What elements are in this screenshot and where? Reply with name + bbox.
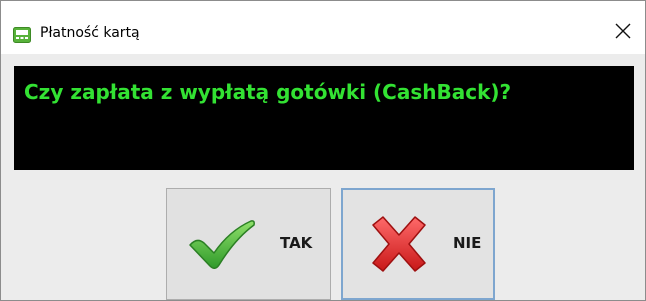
no-button-label: NIE: [453, 234, 482, 252]
cross-icon: [369, 213, 429, 280]
payment-dialog: Płatność kartą Czy zapłata z wypłatą got…: [0, 0, 646, 301]
no-button[interactable]: NIE: [341, 188, 495, 300]
window-title: Płatność kartą: [40, 25, 140, 41]
checkmark-icon: [187, 219, 257, 276]
payment-terminal-icon: [13, 27, 31, 43]
close-button[interactable]: [607, 18, 639, 48]
yes-button-label: TAK: [280, 234, 313, 252]
close-icon: [615, 23, 631, 44]
dialog-body: Czy zapłata z wypłatą gotówki (CashBack)…: [1, 54, 645, 300]
yes-button[interactable]: TAK: [166, 188, 331, 300]
prompt-text: Czy zapłata z wypłatą gotówki (CashBack)…: [24, 80, 512, 104]
title-bar: Płatność kartą: [1, 1, 645, 53]
prompt-display: Czy zapłata z wypłatą gotówki (CashBack)…: [14, 66, 634, 170]
